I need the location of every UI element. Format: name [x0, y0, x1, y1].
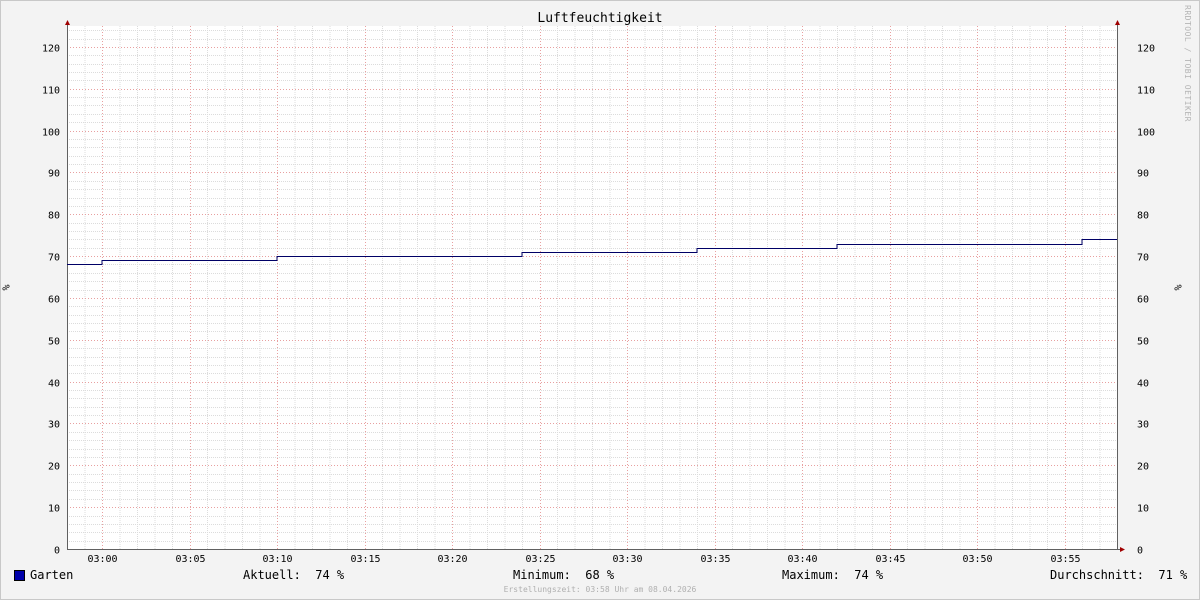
y-tick-label-right: 110	[1137, 86, 1155, 97]
legend-maximum: Maximum: 74 %	[782, 568, 884, 582]
x-tick-label: 03:10	[262, 554, 292, 565]
y-tick-label-right: 120	[1137, 44, 1155, 55]
legend-series-name: Garten	[30, 568, 74, 582]
y-tick-label-right: 50	[1137, 337, 1149, 348]
y-tick-label-right: 30	[1137, 420, 1149, 431]
y-tick-label-right: 20	[1137, 462, 1149, 473]
x-tick-label: 03:25	[525, 554, 555, 565]
x-tick-label: 03:55	[1050, 554, 1080, 565]
x-tick-label: 03:20	[437, 554, 467, 565]
x-tick-label: 03:05	[175, 554, 205, 565]
x-tick-label: 03:00	[87, 554, 117, 565]
y-tick-label-right: 0	[1137, 546, 1143, 557]
y-tick-label-left: 30	[48, 420, 60, 431]
y-tick-label-left: 80	[48, 211, 60, 222]
y-axis-arrow-right	[1115, 20, 1120, 25]
x-tick-label: 03:40	[787, 554, 817, 565]
y-tick-label-left: 90	[48, 169, 60, 180]
y-tick-label-right: 10	[1137, 504, 1149, 515]
y-tick-label-right: 60	[1137, 295, 1149, 306]
y-tick-label-left: 60	[48, 295, 60, 306]
legend-minimum: Minimum: 68 %	[513, 568, 615, 582]
y-tick-label-left: 10	[48, 504, 60, 515]
legend-swatch-garten	[14, 570, 25, 581]
x-tick-label: 03:45	[875, 554, 905, 565]
line-chart: 03:00 03:05 03:10 03:15 03:20 03:25 03:30 03:35…	[42, 20, 1155, 565]
y-tick-label-left: 50	[48, 337, 60, 348]
legend-current: Aktuell: 74 %	[243, 568, 345, 582]
y-axis-arrow-left	[65, 20, 70, 25]
y-tick-label-right: 70	[1137, 253, 1149, 264]
y-tick-label-left: 40	[48, 379, 60, 390]
x-tick-label: 03:15	[350, 554, 380, 565]
y-tick-label-left: 70	[48, 253, 60, 264]
y-tick-label-left: 120	[42, 44, 60, 55]
y-tick-label-left: 20	[48, 462, 60, 473]
creation-time-footer: Erstellungszeit: 03:58 Uhr am 08.04.2026	[503, 585, 697, 594]
x-tick-label: 03:30	[612, 554, 642, 565]
y-tick-label-left: 0	[54, 546, 60, 557]
y-tick-label-right: 100	[1137, 128, 1155, 139]
y-tick-label-left: 100	[42, 128, 60, 139]
y-tick-label-right: 40	[1137, 379, 1149, 390]
x-tick-label: 03:50	[962, 554, 992, 565]
y-tick-label-left: 110	[42, 86, 60, 97]
y-tick-label-right: 90	[1137, 169, 1149, 180]
legend-average: Durchschnitt: 71 %	[1050, 568, 1188, 582]
x-axis-arrow	[1120, 547, 1125, 552]
y-tick-label-right: 80	[1137, 211, 1149, 222]
x-tick-label: 03:35	[700, 554, 730, 565]
